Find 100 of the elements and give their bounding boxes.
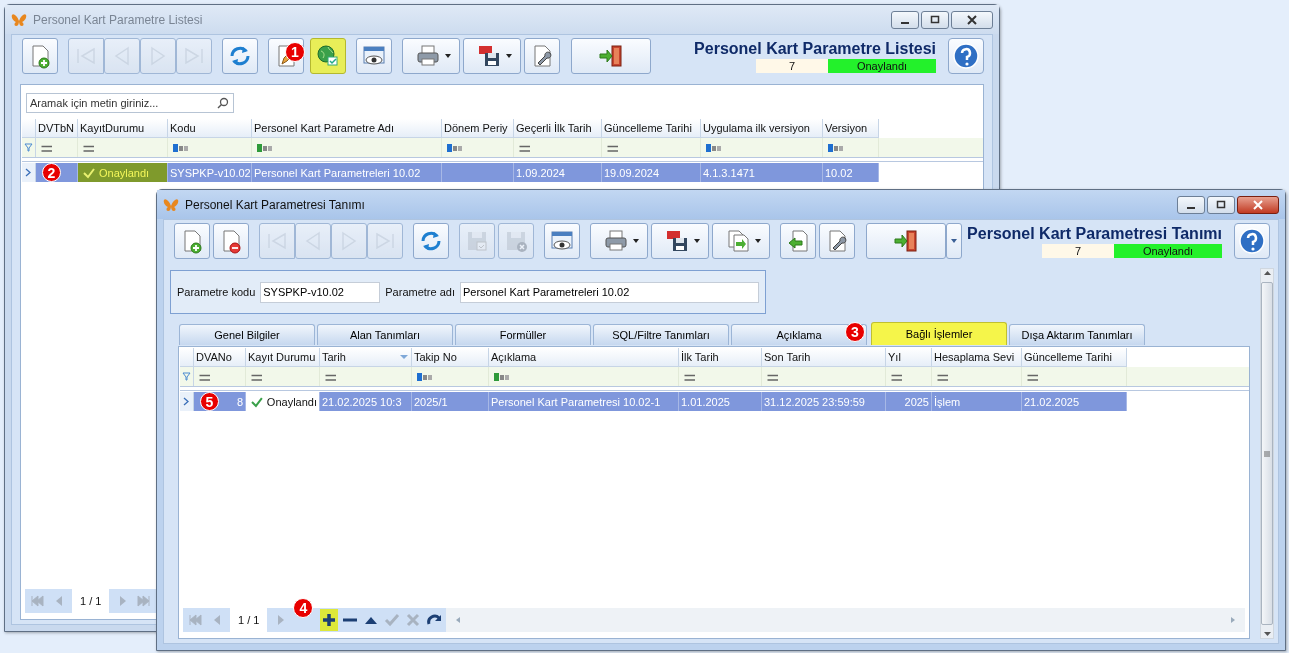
caret-icon [443,52,452,60]
table-cell: 2025/1 [412,392,489,411]
vertical-scrollbar[interactable] [1260,268,1274,639]
toolbar-button[interactable] [413,223,449,259]
scroll-thumb[interactable] [1261,282,1273,625]
toolbar-button[interactable] [866,223,946,259]
toolbar-button[interactable] [213,223,249,259]
close-icon [967,15,977,25]
column-header[interactable]: Personel Kart Parametre Adı [252,119,442,138]
caret-icon [504,52,513,60]
printer-icon [414,43,441,69]
caret-icon [692,237,701,245]
toolbar-button[interactable] [819,223,855,259]
form-title: Personel Kart Parametresi Tanımı [967,225,1222,243]
table-cell: SYSPKP-v10.02 [168,163,252,182]
tab[interactable]: SQL/Filtre Tanımları [593,324,729,345]
toolbar-button[interactable] [356,38,392,74]
column-header[interactable]: Dönem Periy [442,119,514,138]
maximize-button[interactable] [921,11,949,29]
column-header[interactable]: DVANo [194,348,246,367]
toolbar-button[interactable] [590,223,648,259]
toolbar-button[interactable] [544,223,580,259]
cross-icon [405,612,422,628]
first-icon [29,593,45,609]
column-header[interactable]: Takip No [412,348,489,367]
status-label: Onaylandı [828,59,936,73]
text-field[interactable]: Personel Kart Parametreleri 10.02 [459,281,759,303]
column-header[interactable]: Kodu [168,119,252,138]
pager-button[interactable] [320,609,339,631]
column-header[interactable]: Versiyon [823,119,879,138]
table-cell: 31.12.2025 23:59:59 [762,392,886,411]
table-row[interactable]: 5 8 Onaylandı 21.02.2025 10:3 2025/1 Personel Kart Parametresi 10.02-1 1.01.2025 31.12.2025 23:59:59 2025 İşlem 21.02.2025 [180,392,1249,411]
table-cell: 21.02.2025 10:3 [320,392,412,411]
toolbar-button[interactable] [402,38,460,74]
column-header[interactable]: KayıtDurumu [78,119,168,138]
callout-badge: 5 [200,392,219,411]
close-icon [1253,200,1263,210]
column-header[interactable]: DVTbN [36,119,78,138]
column-header[interactable]: Geçerli İlk Tarih [514,119,602,138]
column-header[interactable]: Kayıt Durumu [246,348,320,367]
toolbar-button[interactable] [174,223,210,259]
scroll-right-icon [1229,616,1237,624]
tab[interactable]: Formüller [455,324,591,345]
table-cell: 19.09.2024 [602,163,701,182]
record-count: 7 [1042,244,1114,258]
table-cell: İşlem [932,392,1022,411]
toolbar-button[interactable] [571,38,651,74]
page-indicator: 1 / 1 [72,589,110,613]
table-row[interactable]: 2 Onaylandı SYSPKP-v10.02 Personel Kart Parametreleri 10.02 1.09.2024 19.09.2024 4.1.3.1471 10.02 [22,163,983,182]
horizontal-scrollbar[interactable] [446,608,1245,632]
column-header[interactable]: Güncelleme Tarihi [602,119,701,138]
column-header[interactable]: Uygulama ilk versiyon [701,119,823,138]
row-indicator-icon [182,397,191,406]
text-field[interactable]: SYSPKP-v10.02 [260,281,381,303]
column-header[interactable]: Açıklama [489,348,679,367]
tab[interactable]: Bağlı İşlemler [871,322,1007,345]
table-cell: 21.02.2025 [1022,392,1127,411]
tab[interactable]: Alan Tanımları [317,324,453,345]
caret-icon [950,237,958,245]
caret-icon [753,237,762,245]
maximize-button[interactable] [1207,196,1235,214]
column-header[interactable]: Tarih [320,348,412,367]
table-cell: 4.1.3.1471 [701,163,823,182]
status-cell: Onaylandı [78,163,168,182]
column-header[interactable]: İlk Tarih [679,348,762,367]
page-indicator: 1 / 1 [230,608,268,632]
help-button[interactable] [948,38,984,74]
table-cell: 1.09.2024 [514,163,602,182]
filter-icon [24,143,33,152]
filter-icon [182,372,191,381]
toolbar-button[interactable] [463,38,521,74]
field-label: Parametre kodu [177,286,256,298]
minimize-button[interactable] [1177,196,1205,214]
help-button[interactable] [1234,223,1270,259]
tab[interactable]: Genel Bilgiler [179,324,315,345]
column-header[interactable]: Hesaplama Sevi [932,348,1022,367]
toolbar-button[interactable] [222,38,258,74]
callout-badge: 4 [293,598,314,618]
exit-door-icon [893,228,919,254]
minimize-button[interactable] [891,11,919,29]
column-header[interactable]: Yıl [886,348,932,367]
plus-icon [321,612,338,628]
minimize-icon [1186,207,1196,209]
globe-check-icon [315,43,341,69]
tab[interactable]: Dışa Aktarım Tanımları [1009,324,1145,345]
grip-icon [1263,449,1271,458]
table-cell [442,163,514,182]
form-title: Personel Kart Parametre Listesi [694,40,936,58]
search-field[interactable]: Aramak için metin giriniz... [26,93,234,113]
toolbar-button[interactable] [524,38,560,74]
dropdown-button[interactable] [946,223,962,259]
table-cell: 5 8 [194,392,246,411]
column-header[interactable]: Son Tarih [762,348,886,367]
close-button[interactable] [951,11,993,29]
close-button[interactable] [1237,196,1279,214]
toolbar-button[interactable] [651,223,709,259]
check-icon [384,612,401,628]
toolbar-button[interactable] [22,38,58,74]
search-icon [217,97,229,109]
column-header[interactable]: Güncelleme Tarihi [1022,348,1127,367]
